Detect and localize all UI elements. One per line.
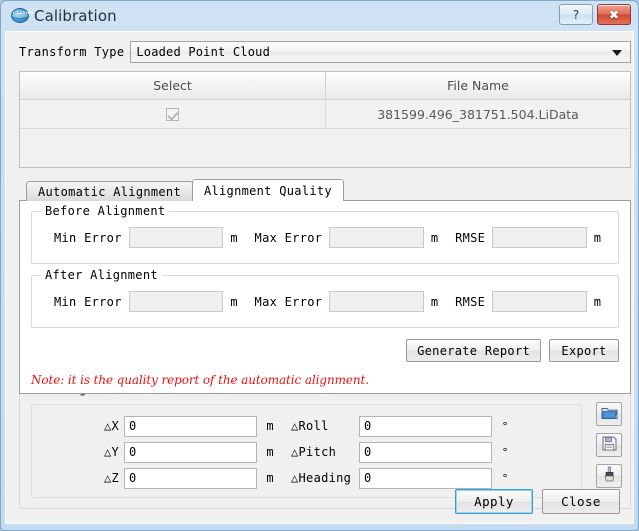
after-min-error-label: Min Error <box>54 295 122 309</box>
delta-pitch-input[interactable]: 0 <box>359 442 492 463</box>
after-rmse-label: RMSE <box>455 295 485 309</box>
chevron-down-icon <box>612 50 622 56</box>
transform-type-label: Transform Type <box>19 45 124 59</box>
delta-y-input[interactable]: 0 <box>124 442 257 463</box>
client-area: Transform Type Loaded Point Cloud Select… <box>5 31 634 524</box>
app-icon-label: LiDAR360 <box>13 11 33 15</box>
transform-type-select[interactable]: Loaded Point Cloud <box>130 41 631 63</box>
column-header-file-name: File Name <box>326 72 630 99</box>
open-boresight-file-button[interactable] <box>596 402 622 426</box>
delta-pitch-unit: ° <box>492 446 518 459</box>
save-icon <box>602 436 617 455</box>
delta-z-label: △Z <box>32 471 124 485</box>
transform-type-value: Loaded Point Cloud <box>136 45 270 59</box>
group-legend-before-alignment: Before Alignment <box>41 204 169 218</box>
delta-heading-label: △Heading <box>283 471 359 485</box>
delta-x-label: △X <box>32 419 124 433</box>
report-button-row: Generate Report Export <box>31 339 619 362</box>
delta-roll-label: △Roll <box>283 419 359 433</box>
delta-pitch-label: △Pitch <box>283 445 359 459</box>
tab-strip: Automatic Alignment Alignment Quality <box>19 179 631 201</box>
before-rmse-input[interactable] <box>492 227 587 248</box>
brush-icon <box>602 466 617 486</box>
after-max-error-input[interactable] <box>329 291 424 312</box>
group-before-alignment: Before Alignment Min Error m Max Error m… <box>31 211 619 264</box>
window-title: Calibration <box>34 7 117 25</box>
delta-y-label: △Y <box>32 445 124 459</box>
lidar360-globe-icon: LiDAR360 <box>11 7 29 25</box>
window-controls: ? ✖ <box>559 4 631 25</box>
before-max-error-label: Max Error <box>255 231 323 245</box>
after-min-error-unit: m <box>230 295 237 309</box>
save-boresight-file-button[interactable] <box>596 433 622 457</box>
tab-container: Automatic Alignment Alignment Quality Be… <box>19 179 631 394</box>
after-max-error-unit: m <box>431 295 438 309</box>
after-rmse-unit: m <box>594 295 601 309</box>
delta-heading-unit: ° <box>492 472 518 485</box>
before-rmse-label: RMSE <box>455 231 485 245</box>
boresight-row-y-pitch: △Y 0 m △Pitch 0 ° <box>32 439 581 465</box>
clear-boresight-button[interactable] <box>596 464 622 488</box>
generate-report-button[interactable]: Generate Report <box>406 339 541 362</box>
before-min-error-label: Min Error <box>54 231 122 245</box>
tab-automatic-alignment[interactable]: Automatic Alignment <box>26 181 193 201</box>
delta-roll-unit: ° <box>492 420 518 433</box>
before-max-error-unit: m <box>431 231 438 245</box>
before-rmse-unit: m <box>594 231 601 245</box>
table-row[interactable]: 381599.496_381751.504.LiData <box>20 100 630 129</box>
quality-note: Note: it is the quality report of the au… <box>31 373 619 387</box>
boresight-row-x-roll: △X 0 m △Roll 0 ° <box>32 413 581 439</box>
tab-panel-alignment-quality: Before Alignment Min Error m Max Error m… <box>19 200 631 394</box>
file-table: Select File Name 381599.496_381751.504.L… <box>19 71 631 168</box>
delta-x-input[interactable]: 0 <box>124 416 257 437</box>
transform-type-row: Transform Type Loaded Point Cloud <box>19 41 631 63</box>
tab-alignment-quality[interactable]: Alignment Quality <box>192 179 344 201</box>
after-max-error-label: Max Error <box>255 295 323 309</box>
boresight-row-z-heading: △Z 0 m △Heading 0 ° <box>32 465 581 491</box>
help-button[interactable]: ? <box>559 4 593 25</box>
boresight-tool-buttons <box>596 402 622 488</box>
apply-button[interactable]: Apply <box>455 489 533 514</box>
delta-y-unit: m <box>257 445 283 459</box>
column-header-select: Select <box>20 72 326 99</box>
row-select-cell[interactable] <box>20 100 326 128</box>
delta-heading-input[interactable]: 0 <box>359 468 492 489</box>
before-min-error-input[interactable] <box>129 227 224 248</box>
delta-x-unit: m <box>257 419 283 433</box>
delta-roll-input[interactable]: 0 <box>359 416 492 437</box>
folder-open-icon <box>601 405 618 424</box>
export-button[interactable]: Export <box>549 339 619 362</box>
close-window-button[interactable]: ✖ <box>597 4 631 25</box>
calibration-window: LiDAR360 Calibration ? ✖ Transform Type … <box>0 0 639 531</box>
row-file-name: 381599.496_381751.504.LiData <box>326 100 630 128</box>
before-min-error-unit: m <box>230 231 237 245</box>
table-empty-area <box>20 129 630 167</box>
dialog-buttons: Apply Close <box>455 489 620 514</box>
title-bar: LiDAR360 Calibration ? ✖ <box>5 1 634 31</box>
close-button[interactable]: Close <box>542 489 620 514</box>
after-rmse-input[interactable] <box>492 291 587 312</box>
after-min-error-input[interactable] <box>129 291 224 312</box>
table-header-row: Select File Name <box>20 72 630 100</box>
delta-z-unit: m <box>257 471 283 485</box>
delta-z-input[interactable]: 0 <box>124 468 257 489</box>
row-select-checkbox[interactable] <box>166 108 179 121</box>
boresight-fields-panel: △X 0 m △Roll 0 ° △Y 0 m △Pitch 0 ° <box>31 404 582 498</box>
group-legend-after-alignment: After Alignment <box>41 268 162 282</box>
before-max-error-input[interactable] <box>329 227 424 248</box>
group-after-alignment: After Alignment Min Error m Max Error m … <box>31 275 619 328</box>
